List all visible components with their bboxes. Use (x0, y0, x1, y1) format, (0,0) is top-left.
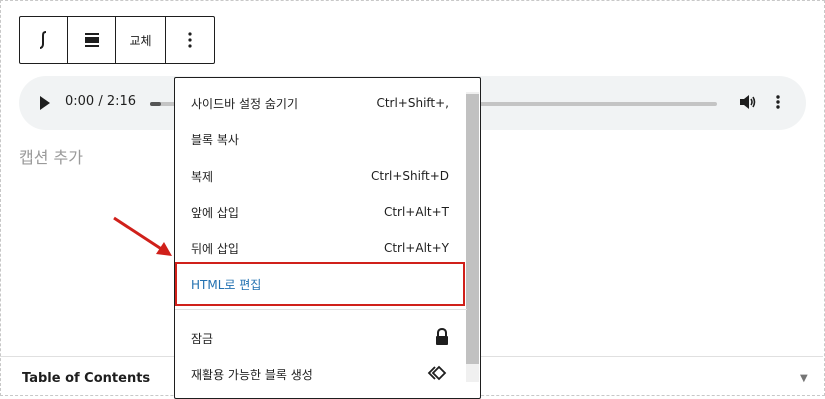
menu-scrollbar-thumb[interactable] (466, 94, 479, 364)
block-toolbar: 교체 (19, 16, 215, 64)
menu-item-copy-block[interactable]: 블록 복사 (191, 127, 449, 151)
toc-label: Table of Contents (22, 371, 151, 386)
menu-item-insert-after[interactable]: 뒤에 삽입 Ctrl+Alt+Y (191, 236, 449, 260)
more-options-icon[interactable] (166, 17, 214, 63)
caption-placeholder[interactable]: 캡션 추가 (19, 144, 83, 168)
menu-item-create-reusable-block[interactable]: 재활용 가능한 블록 생성 (191, 362, 449, 386)
chevron-down-icon[interactable]: ▼ (800, 373, 808, 384)
menu-item-label: HTML로 편집 (191, 277, 262, 292)
menu-item-shortcut: Ctrl+Alt+T (383, 205, 449, 219)
menu-item-insert-before[interactable]: 앞에 삽입 Ctrl+Alt+T (191, 200, 449, 224)
menu-item-label: 재활용 가능한 블록 생성 (191, 367, 313, 382)
menu-item-edit-as-html[interactable]: HTML로 편집 (191, 272, 449, 296)
menu-item-label: 복제 (191, 169, 214, 184)
menu-separator (175, 309, 467, 310)
replace-button[interactable]: 교체 (116, 17, 166, 63)
audio-block-icon[interactable] (20, 17, 68, 63)
audio-time: 0:00 / 2:16 (65, 94, 137, 109)
menu-item-label: 잠금 (191, 331, 214, 346)
menu-item-lock[interactable]: 잠금 (191, 326, 449, 350)
reusable-block-icon (427, 365, 449, 384)
menu-item-label: 사이드바 설정 숨기기 (191, 96, 298, 111)
block-options-menu: 사이드바 설정 숨기기 Ctrl+Shift+, 블록 복사 복제 Ctrl+S… (174, 77, 481, 399)
menu-item-shortcut: Ctrl+Shift+, (376, 96, 449, 110)
align-icon[interactable] (68, 17, 116, 63)
menu-item-shortcut: Ctrl+Shift+D (371, 169, 449, 183)
menu-item-shortcut: Ctrl+Alt+Y (383, 241, 449, 255)
menu-item-label: 뒤에 삽입 (191, 241, 239, 256)
menu-item-label: 앞에 삽입 (191, 205, 239, 220)
audio-seek-fill (150, 102, 161, 106)
menu-item-duplicate[interactable]: 복제 Ctrl+Shift+D (191, 164, 449, 188)
audio-more-icon[interactable] (776, 92, 780, 116)
lock-icon (435, 327, 449, 349)
menu-item-hide-sidebar[interactable]: 사이드바 설정 숨기기 Ctrl+Shift+, (191, 91, 449, 115)
menu-item-label: 블록 복사 (191, 132, 239, 147)
annotation-arrow-icon (108, 212, 178, 266)
volume-icon[interactable] (739, 92, 757, 116)
play-icon[interactable] (40, 96, 50, 110)
